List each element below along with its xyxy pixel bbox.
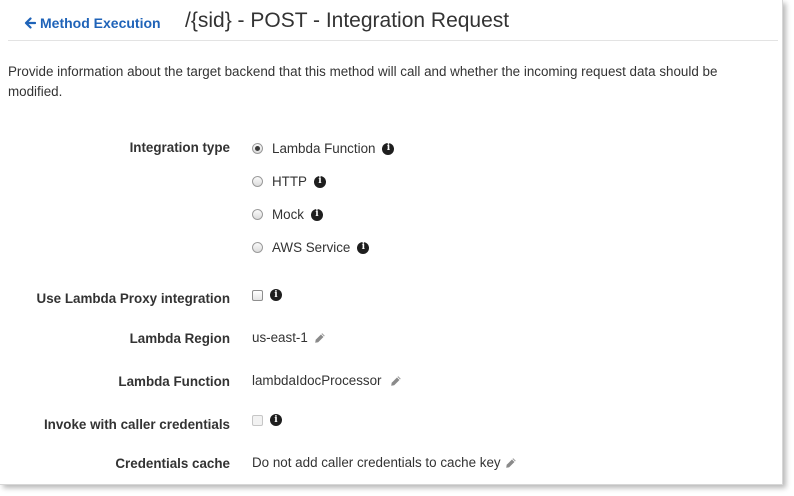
pencil-icon[interactable] (314, 332, 326, 344)
lambda-region-label: Lambda Region (129, 331, 230, 346)
credentials-cache-field: Do not add caller credentials to cache k… (252, 455, 517, 470)
back-to-method-execution-link[interactable]: Method Execution (24, 15, 161, 31)
radio-mock[interactable]: Mock i (252, 207, 323, 222)
radio-label-aws-service: AWS Service (272, 240, 351, 255)
info-icon[interactable]: i (382, 142, 395, 155)
page-header: Method Execution /{sid} - POST - Integra… (8, 0, 778, 41)
lambda-function-label: Lambda Function (118, 374, 230, 389)
info-icon[interactable]: i (270, 289, 282, 301)
radio-lambda-function[interactable]: Lambda Function i (252, 141, 395, 156)
arrow-left-icon (24, 17, 36, 29)
credentials-cache-value: Do not add caller credentials to cache k… (252, 455, 501, 470)
radio-label-lambda-function: Lambda Function (272, 141, 376, 156)
lambda-function-field: lambdaIdocProcessor (252, 373, 402, 388)
lambda-region-value: us-east-1 (252, 330, 308, 345)
caller-credentials-checkbox[interactable] (252, 414, 263, 426)
radio-label-mock: Mock (272, 207, 304, 222)
radio-button[interactable] (252, 209, 263, 220)
radio-label-http: HTTP (272, 174, 307, 189)
credentials-cache-label: Credentials cache (115, 456, 230, 471)
info-icon[interactable]: i (357, 241, 370, 254)
integration-request-panel: Method Execution /{sid} - POST - Integra… (0, 0, 783, 485)
radio-button[interactable] (252, 176, 263, 187)
pencil-icon[interactable] (505, 457, 517, 469)
lambda-function-value: lambdaIdocProcessor (252, 373, 382, 388)
pencil-icon[interactable] (390, 375, 402, 387)
lambda-proxy-checkbox[interactable] (252, 289, 263, 301)
page-title: /{sid} - POST - Integration Request (185, 9, 510, 32)
caller-credentials-field: i (252, 414, 282, 426)
info-icon[interactable]: i (270, 414, 282, 426)
info-icon[interactable]: i (313, 175, 326, 188)
radio-button[interactable] (252, 242, 263, 253)
info-icon[interactable]: i (311, 208, 323, 221)
lambda-region-field: us-east-1 (252, 330, 326, 345)
caller-credentials-label: Invoke with caller credentials (43, 417, 230, 432)
radio-http[interactable]: HTTP i (252, 174, 326, 189)
integration-type-label: Integration type (129, 140, 230, 155)
back-link-label: Method Execution (40, 15, 161, 31)
radio-aws-service[interactable]: AWS Service i (252, 240, 370, 255)
radio-button-selected[interactable] (252, 143, 263, 154)
page-description: Provide information about the target bac… (8, 64, 718, 99)
lambda-proxy-field: i (252, 289, 282, 301)
lambda-proxy-label: Use Lambda Proxy integration (36, 291, 230, 306)
